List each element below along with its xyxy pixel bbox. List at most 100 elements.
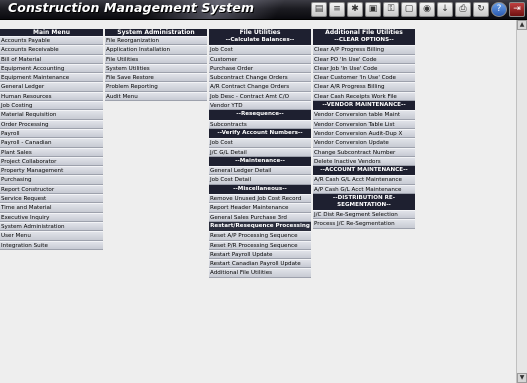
- menu-item[interactable]: Vendor YTD: [209, 101, 311, 111]
- menu-item[interactable]: Delete Inactive Vendors: [313, 156, 415, 167]
- menu-item[interactable]: Plant Sales: [0, 147, 103, 157]
- menu-item[interactable]: Vendor Conversion Update: [313, 138, 415, 148]
- menu-item[interactable]: Process J/C Re-Segmentation: [313, 219, 415, 229]
- app-title: Construction Management System: [8, 0, 255, 15]
- folder-icon[interactable]: ▤: [311, 2, 327, 17]
- column-header: System Administration: [105, 29, 207, 36]
- menu-item[interactable]: Property Management: [0, 166, 103, 176]
- menu-item[interactable]: Bill of Material: [0, 54, 103, 64]
- menu-item[interactable]: Vendor Conversion table Maint: [313, 110, 415, 120]
- menu-item[interactable]: Change Subcontract Number: [313, 147, 415, 157]
- tools-icon[interactable]: ✱: [347, 2, 363, 17]
- menu-item[interactable]: Payroll - Canadian: [0, 138, 103, 148]
- scroll-down-arrow-icon[interactable]: ▼: [517, 373, 527, 383]
- save-icon[interactable]: ▣: [365, 2, 381, 17]
- menu-item[interactable]: Restart Payroll Update: [209, 249, 311, 260]
- menu-item[interactable]: File Save Restore: [105, 73, 207, 83]
- menu-item[interactable]: System Utilities: [105, 63, 207, 74]
- menu-item[interactable]: Equipment Accounting: [0, 63, 103, 74]
- section-header: --VENDOR MAINTENANCE--: [313, 101, 415, 111]
- menu-item[interactable]: Vendor Conversion Table List: [313, 119, 415, 129]
- menu-item[interactable]: User Menu: [0, 231, 103, 241]
- exit-icon[interactable]: ⇥: [509, 2, 525, 17]
- menu-item[interactable]: Purchase Order: [209, 63, 311, 74]
- notes-icon[interactable]: ≡: [329, 2, 345, 17]
- additional-file-utilities-column: Additional File Utilities --CLEAR OPTIONS…: [313, 29, 415, 229]
- menu-item[interactable]: Job Cost: [209, 138, 311, 148]
- menu-item[interactable]: Clear PO 'In Use' Code: [313, 54, 415, 64]
- menu-item[interactable]: Project Collaborator: [0, 156, 103, 167]
- menu-item[interactable]: General Ledger: [0, 82, 103, 92]
- vertical-scrollbar[interactable]: ▲ ▼: [516, 20, 527, 383]
- menu-item[interactable]: Remove Unused Job Cost Record: [209, 194, 311, 204]
- menu-item[interactable]: Job Cost Detail: [209, 175, 311, 185]
- menu-item[interactable]: Reset A/P Processing Sequence: [209, 231, 311, 241]
- help-icon[interactable]: ?: [491, 2, 507, 17]
- globe-icon[interactable]: ◉: [419, 2, 435, 17]
- section-header: --Maintenance--: [209, 156, 311, 167]
- menu-item[interactable]: Accounts Payable: [0, 36, 103, 46]
- scroll-up-arrow-icon[interactable]: ▲: [517, 20, 527, 30]
- menu-item-selected[interactable]: Restart/Resequence Processing: [209, 221, 311, 232]
- menu-item[interactable]: Report Header Maintenance: [209, 203, 311, 213]
- menu-item[interactable]: Integration Suite: [0, 240, 103, 250]
- section-header: --Miscellaneous--: [209, 184, 311, 195]
- menu-item[interactable]: Clear Cash Receipts Work File: [313, 91, 415, 102]
- menu-item[interactable]: Report Constructor: [0, 184, 103, 195]
- menu-item[interactable]: Job Costing: [0, 101, 103, 111]
- section-header: --Calculate Balances--: [209, 36, 311, 46]
- section-header: --Resequence--: [209, 110, 311, 120]
- menu-item[interactable]: Clear A/R Progress Billing: [313, 82, 415, 92]
- menu-item[interactable]: J/C Dist Re-Segment Selection: [313, 210, 415, 220]
- menu-item[interactable]: Clear A/P Progress Billing: [313, 45, 415, 55]
- menu-item[interactable]: Customer: [209, 54, 311, 64]
- download-icon[interactable]: ↓: [437, 2, 453, 17]
- menu-item[interactable]: J/C G/L Detail: [209, 147, 311, 157]
- menu-item[interactable]: Accounts Receivable: [0, 45, 103, 55]
- menu-item[interactable]: Vendor Conversion Audit-Dup X: [313, 128, 415, 139]
- menu-item[interactable]: Order Processing: [0, 119, 103, 129]
- menu-item[interactable]: File Utilities: [105, 54, 207, 64]
- menu-item[interactable]: Additional File Utilities: [209, 268, 311, 278]
- menu-item[interactable]: Clear Job 'In Use' Code: [313, 63, 415, 74]
- menu-item[interactable]: A/R Cash G/L Acct Maintenance: [313, 175, 415, 185]
- menu-item[interactable]: Job Desc - Contract Amt C/O: [209, 91, 311, 102]
- menu-item[interactable]: Time and Material: [0, 203, 103, 213]
- menu-item[interactable]: File Reorganization: [105, 36, 207, 46]
- menu-item[interactable]: Job Cost: [209, 45, 311, 55]
- menu-item[interactable]: Executive Inquiry: [0, 212, 103, 222]
- file-utilities-column: File Utilities --Calculate Balances-- Job …: [209, 29, 311, 278]
- toolbar: ▤ ≡ ✱ ▣ ⚿ ▢ ◉ ↓ ⎙ ↻? ⇥: [311, 2, 525, 17]
- menu-item[interactable]: Clear Customer 'In Use' Code: [313, 73, 415, 83]
- menu-item[interactable]: Purchasing: [0, 175, 103, 185]
- section-header: --Verify Account Numbers--: [209, 128, 311, 139]
- column-header: Additional File Utilities: [313, 29, 415, 36]
- column-header: File Utilities: [209, 29, 311, 36]
- refresh-icon[interactable]: ↻: [473, 2, 489, 17]
- menu-item[interactable]: Restart Canadian Payroll Update: [209, 259, 311, 269]
- column-header: Main Menu: [0, 29, 103, 36]
- section-header: --CLEAR OPTIONS--: [313, 36, 415, 46]
- menu-item[interactable]: A/R Contract Change Orders: [209, 82, 311, 92]
- menu-item[interactable]: Subcontract Change Orders: [209, 73, 311, 83]
- menu-item[interactable]: Problem Reporting: [105, 82, 207, 92]
- menu-item[interactable]: Reset P/R Processing Sequence: [209, 240, 311, 250]
- system-administration-column: System Administration File Reorganization…: [105, 29, 207, 102]
- window-icon[interactable]: ▢: [401, 2, 417, 17]
- menu-item[interactable]: General Ledger Detail: [209, 166, 311, 176]
- menu-item[interactable]: Subcontracts: [209, 119, 311, 129]
- menu-item[interactable]: Payroll: [0, 128, 103, 139]
- menu-item[interactable]: Audit Menu: [105, 91, 207, 102]
- key-icon[interactable]: ⚿: [383, 2, 399, 17]
- menu-item[interactable]: A/P Cash G/L Acct Maintenance: [313, 184, 415, 195]
- menu-item[interactable]: Material Requisition: [0, 110, 103, 120]
- menu-item[interactable]: General Sales Purchase 3rd: [209, 212, 311, 222]
- printer-icon[interactable]: ⎙: [455, 2, 471, 17]
- title-bar: Construction Management System ▤ ≡ ✱ ▣ ⚿ ▢ ◉ ↓ ⎙…: [0, 0, 527, 20]
- main-menu-column: Main Menu Accounts Payable Accounts Receiv…: [0, 29, 103, 250]
- menu-item[interactable]: Human Resources: [0, 91, 103, 102]
- menu-item[interactable]: System Administration: [0, 221, 103, 232]
- menu-item[interactable]: Service Request: [0, 194, 103, 204]
- menu-item[interactable]: Equipment Maintenance: [0, 73, 103, 83]
- menu-item[interactable]: Application Installation: [105, 45, 207, 55]
